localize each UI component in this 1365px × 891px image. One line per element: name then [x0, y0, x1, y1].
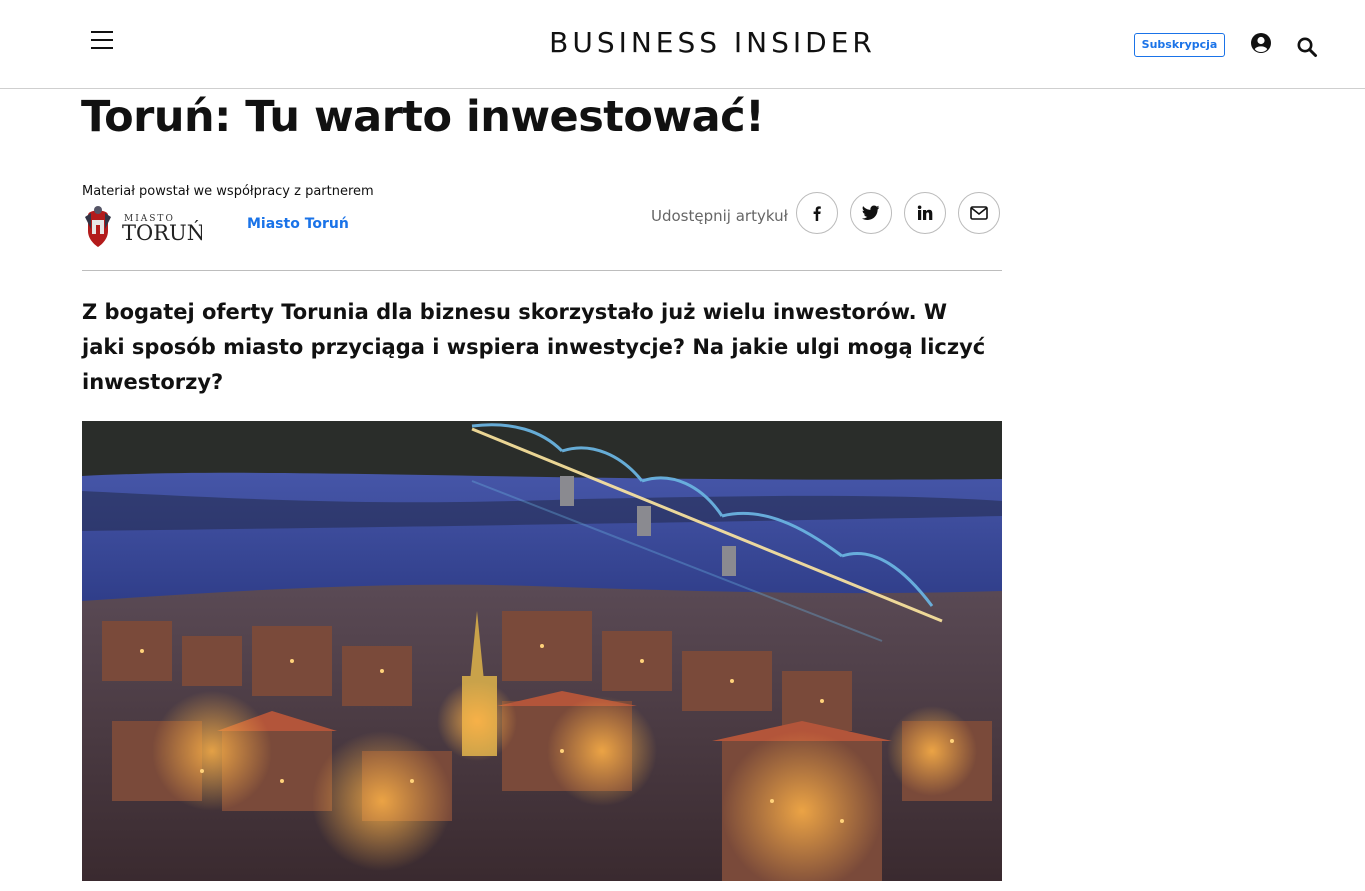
facebook-icon: [813, 206, 821, 221]
share-linkedin-button[interactable]: [904, 192, 946, 234]
subscribe-button[interactable]: Subskrypcja: [1134, 33, 1225, 57]
share-label: Udostępnij artykuł: [651, 207, 788, 225]
share-email-button[interactable]: [958, 192, 1000, 234]
user-icon[interactable]: [1250, 32, 1272, 54]
partner-logo[interactable]: MIASTO TORUŃ: [82, 205, 202, 249]
divider: [82, 270, 1002, 271]
partner-logo-line2: TORUŃ: [122, 220, 202, 245]
share-twitter-button[interactable]: [850, 192, 892, 234]
coat-of-arms-icon: [85, 206, 111, 247]
article-title: Toruń: Tu warto inwestować!: [81, 92, 765, 142]
article-lead: Z bogatej oferty Torunia dla biznesu sko…: [82, 300, 986, 394]
email-icon: [970, 206, 988, 220]
share-facebook-button[interactable]: [796, 192, 838, 234]
site-header: BUSINESS INSIDER Subskrypcja: [0, 0, 1365, 89]
hero-image-torun-night: [82, 421, 1002, 881]
linkedin-icon: [917, 205, 933, 220]
search-icon[interactable]: [1296, 36, 1318, 58]
twitter-icon: [862, 205, 880, 220]
partner-note: Materiał powstał we współpracy z partner…: [82, 184, 374, 199]
partner-name-link[interactable]: Miasto Toruń: [247, 216, 349, 232]
